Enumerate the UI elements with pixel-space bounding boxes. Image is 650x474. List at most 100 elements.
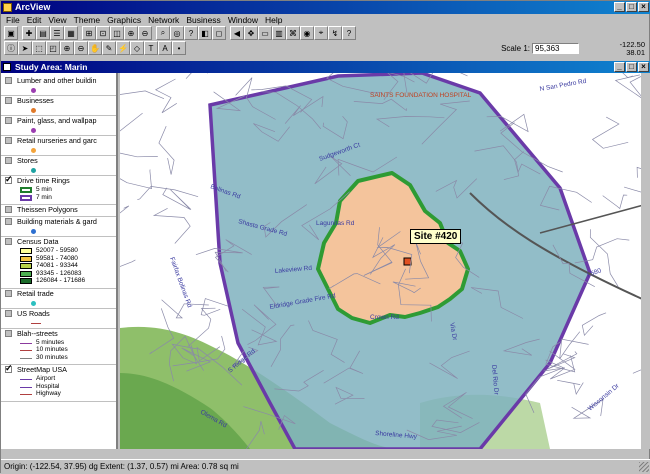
menu-file[interactable]: File [6,14,20,26]
label-icon[interactable]: T [144,41,158,55]
layer-visibility-checkbox[interactable] [5,218,12,225]
street [156,79,177,113]
geocode-icon[interactable]: ⌖ [314,26,328,40]
legend-swatch [20,387,32,388]
layer-visibility-checkbox[interactable] [5,117,12,124]
legend-label: 30 minutes [36,354,68,361]
locate-icon[interactable]: ◎ [170,26,184,40]
zoom-in-tool-icon[interactable]: ⊕ [60,41,74,55]
street [582,313,606,336]
buffer-icon[interactable]: ◉ [300,26,314,40]
find-icon[interactable]: ⌕ [156,26,170,40]
layer-visibility-checkbox[interactable] [5,238,12,245]
edit-legend-icon[interactable]: ☰ [50,26,64,40]
maximize-button[interactable]: □ [626,2,637,12]
menu-help[interactable]: Help [265,14,282,26]
map-scrollbar[interactable] [641,73,650,449]
street [163,188,191,210]
view-title: Study Area: Marin [15,62,87,72]
minimize-button[interactable]: _ [614,2,625,12]
layer-symbol [31,229,36,234]
menu-edit[interactable]: Edit [27,14,42,26]
layer-visibility-checkbox[interactable] [5,177,12,184]
menu-theme[interactable]: Theme [74,14,100,26]
help-icon[interactable]: ? [342,26,356,40]
street [120,168,152,188]
map-view[interactable]: SAINTS FOUNDATION HOSPITALN San Pedro Rd… [120,73,650,449]
identify-icon[interactable]: ⓘ [4,41,18,55]
map-label: Crown Rd [370,314,399,321]
pan-hand-icon[interactable]: ✋ [88,41,102,55]
legend-label: 59581 - 74080 [36,255,78,262]
menu-graphics[interactable]: Graphics [107,14,141,26]
scale-input[interactable]: 95,363 [532,43,579,54]
layer-name: Businesses [17,96,54,105]
scale-control: Scale 1: 95,363 [501,43,579,54]
street [154,208,190,243]
view-close-button[interactable]: × [638,62,649,72]
theme-properties-icon[interactable]: ▤ [36,26,50,40]
layer-visibility-checkbox[interactable] [5,366,12,373]
legend-label: 93345 - 126083 [36,270,82,277]
view-minimize-button[interactable]: _ [614,62,625,72]
map-canvas[interactable]: SAINTS FOUNDATION HOSPITALN San Pedro Rd… [120,73,650,449]
layer-visibility-checkbox[interactable] [5,330,12,337]
menu-business[interactable]: Business [186,14,221,26]
layer-name: Retail nurseries and garc [17,136,97,145]
view-title-bar: Study Area: Marin _ □ × [1,61,650,73]
layer-name: US Roads [17,309,50,318]
menu-network[interactable]: Network [148,14,179,26]
add-theme-icon[interactable]: ✚ [22,26,36,40]
open-table-icon[interactable]: ▦ [64,26,78,40]
route-icon[interactable]: ↯ [328,26,342,40]
draw-point-icon[interactable]: • [172,41,186,55]
close-button[interactable]: × [638,2,649,12]
menu-view[interactable]: View [48,14,66,26]
vertex-edit-icon[interactable]: ⬚ [32,41,46,55]
layout-icon[interactable]: ▭ [258,26,272,40]
legend-label: 5 minutes [36,339,64,346]
legend-swatch [20,263,32,269]
pan-extent-icon[interactable]: ✥ [244,26,258,40]
select-feature-icon[interactable]: ◰ [46,41,60,55]
zoom-selected-icon[interactable]: ◫ [110,26,124,40]
layer-visibility-checkbox[interactable] [5,137,12,144]
layer-visibility-checkbox[interactable] [5,97,12,104]
title-bar: ArcView _ □ × [1,1,650,14]
pointer-icon[interactable]: ➤ [18,41,32,55]
measure-icon[interactable]: ✎ [102,41,116,55]
legend-label: Airport [36,375,55,382]
legend-label: 74081 - 93344 [36,262,78,269]
street [186,73,229,79]
view-maximize-button[interactable]: □ [626,62,637,72]
query-builder-icon[interactable]: ? [184,26,198,40]
site-marker[interactable] [404,258,411,265]
clear-selection-icon[interactable]: ◻ [212,26,226,40]
button-bar: ▣ ✚ ▤ ☰ ▦ ⊞ ⊡ ◫ ⊕ ⊖ ⌕ ◎ ? ◧ ◻ ◀ ✥ ▭ ▥ ⌘ … [1,26,650,40]
legend-label: Hospital [36,383,59,390]
save-icon[interactable]: ▣ [4,26,18,40]
menu-window[interactable]: Window [228,14,258,26]
layer-name: Building materials & gard [17,217,97,226]
street [603,195,628,209]
chart-icon[interactable]: ▥ [272,26,286,40]
layer-visibility-checkbox[interactable] [5,77,12,84]
hotlink-icon[interactable]: ⚡ [116,41,130,55]
layer-visibility-checkbox[interactable] [5,310,12,317]
site-label: Site #420 [410,229,461,244]
layer-visibility-checkbox[interactable] [5,206,12,213]
zoom-active-icon[interactable]: ⊡ [96,26,110,40]
text-icon[interactable]: A [158,41,172,55]
layer-symbol [31,128,36,133]
zoom-full-icon[interactable]: ⊞ [82,26,96,40]
zoom-out-tool-icon[interactable]: ⊖ [74,41,88,55]
previous-extent-icon[interactable]: ◀ [230,26,244,40]
layer-visibility-checkbox[interactable] [5,157,12,164]
area-of-interest-icon[interactable]: ◇ [130,41,144,55]
zoom-in-icon[interactable]: ⊕ [124,26,138,40]
select-by-theme-icon[interactable]: ◧ [198,26,212,40]
resize-grip-icon[interactable] [639,462,649,472]
layer-visibility-checkbox[interactable] [5,290,12,297]
zoom-out-icon[interactable]: ⊖ [138,26,152,40]
network-icon[interactable]: ⌘ [286,26,300,40]
